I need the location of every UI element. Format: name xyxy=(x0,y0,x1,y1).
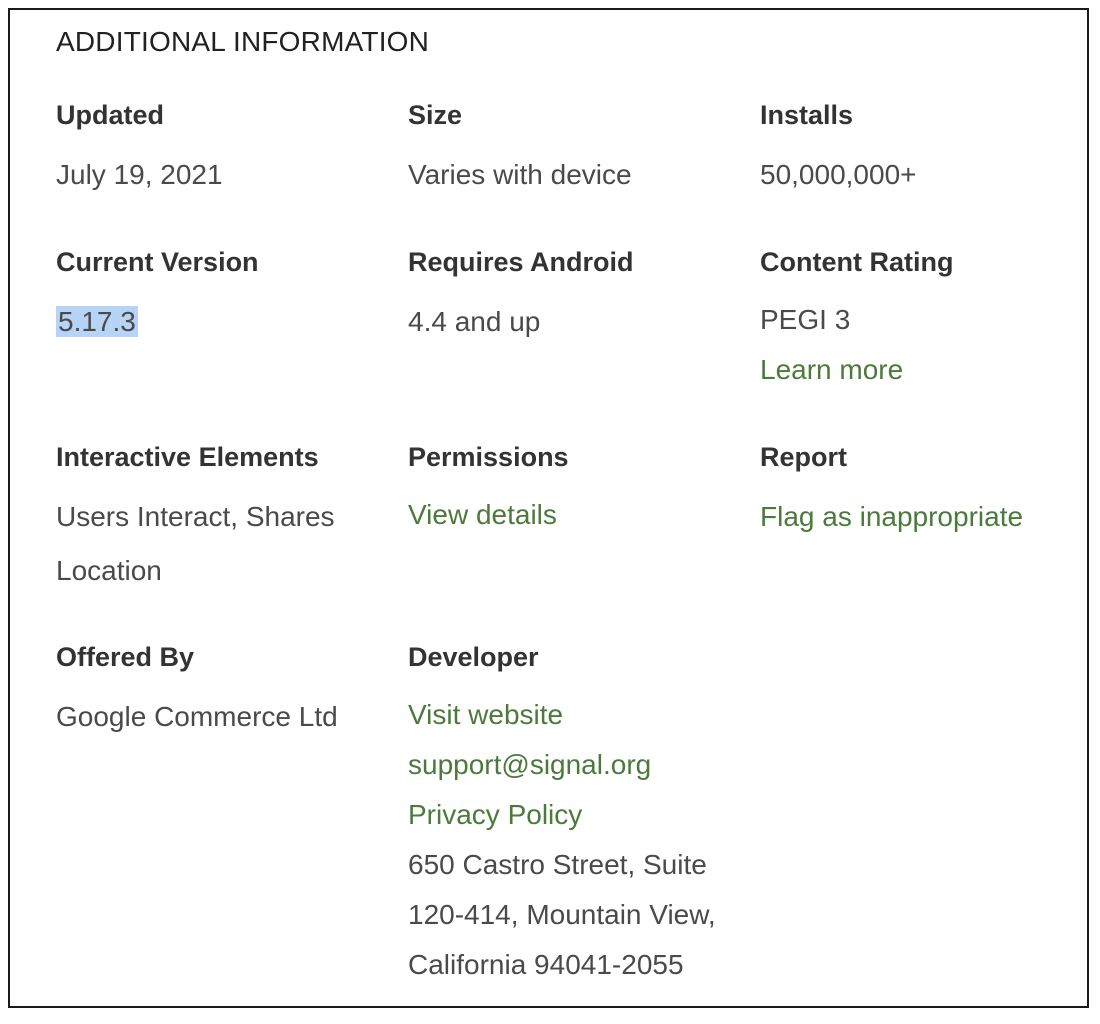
content-rating-value: PEGI 3 xyxy=(760,304,851,335)
permissions-label: Permissions xyxy=(408,442,569,472)
permissions-field: Permissions View details xyxy=(408,440,738,540)
size-value: Varies with device xyxy=(408,159,632,190)
view-details-link[interactable]: View details xyxy=(408,490,738,540)
installs-label: Installs xyxy=(760,100,854,130)
section-title: ADDITIONAL INFORMATION xyxy=(56,26,430,57)
developer-address-line2: 120-414, Mountain View, xyxy=(408,899,716,930)
updated-value: July 19, 2021 xyxy=(56,159,223,190)
updated-field: Updated July 19, 2021 xyxy=(56,98,386,202)
interactive-elements-label: Interactive Elements xyxy=(56,442,319,472)
report-field: Report Flag as inappropriate xyxy=(760,440,1090,542)
flag-inappropriate-link[interactable]: Flag as inappropriate xyxy=(760,492,1090,542)
developer-address-line1: 650 Castro Street, Suite xyxy=(408,849,707,880)
requires-android-label: Requires Android xyxy=(408,247,634,277)
installs-field: Installs 50,000,000+ xyxy=(760,98,1090,202)
developer-email-link[interactable]: support@signal.org xyxy=(408,740,738,790)
additional-info-panel: ADDITIONAL INFORMATION Updated July 19, … xyxy=(8,8,1089,1008)
interactive-elements-value-line1: Users Interact, Shares xyxy=(56,501,335,532)
current-version-value-row: 5.17.3 xyxy=(56,295,386,349)
requires-android-field: Requires Android 4.4 and up xyxy=(408,245,738,349)
developer-label: Developer xyxy=(408,642,539,672)
privacy-policy-link[interactable]: Privacy Policy xyxy=(408,790,738,840)
developer-field: Developer Visit website support@signal.o… xyxy=(408,640,738,990)
requires-android-value: 4.4 and up xyxy=(408,306,541,337)
current-version-label: Current Version xyxy=(56,247,259,277)
size-label: Size xyxy=(408,100,463,130)
current-version-value[interactable]: 5.17.3 xyxy=(56,306,138,337)
updated-label: Updated xyxy=(56,100,164,130)
content-rating-label: Content Rating xyxy=(760,247,954,277)
report-label: Report xyxy=(760,442,847,472)
offered-by-label: Offered By xyxy=(56,642,195,672)
developer-address-line3: California 94041-2055 xyxy=(408,949,684,980)
visit-website-link[interactable]: Visit website xyxy=(408,690,738,740)
learn-more-link[interactable]: Learn more xyxy=(760,345,1090,395)
size-field: Size Varies with device xyxy=(408,98,738,202)
interactive-elements-value-line2: Location xyxy=(56,555,162,586)
installs-value: 50,000,000+ xyxy=(760,159,917,190)
current-version-field: Current Version 5.17.3 xyxy=(56,245,386,349)
content-rating-field: Content Rating PEGI 3 Learn more xyxy=(760,245,1090,395)
offered-by-field: Offered By Google Commerce Ltd xyxy=(56,640,386,744)
interactive-elements-field: Interactive Elements Users Interact, Sha… xyxy=(56,440,386,598)
offered-by-value: Google Commerce Ltd xyxy=(56,701,338,732)
